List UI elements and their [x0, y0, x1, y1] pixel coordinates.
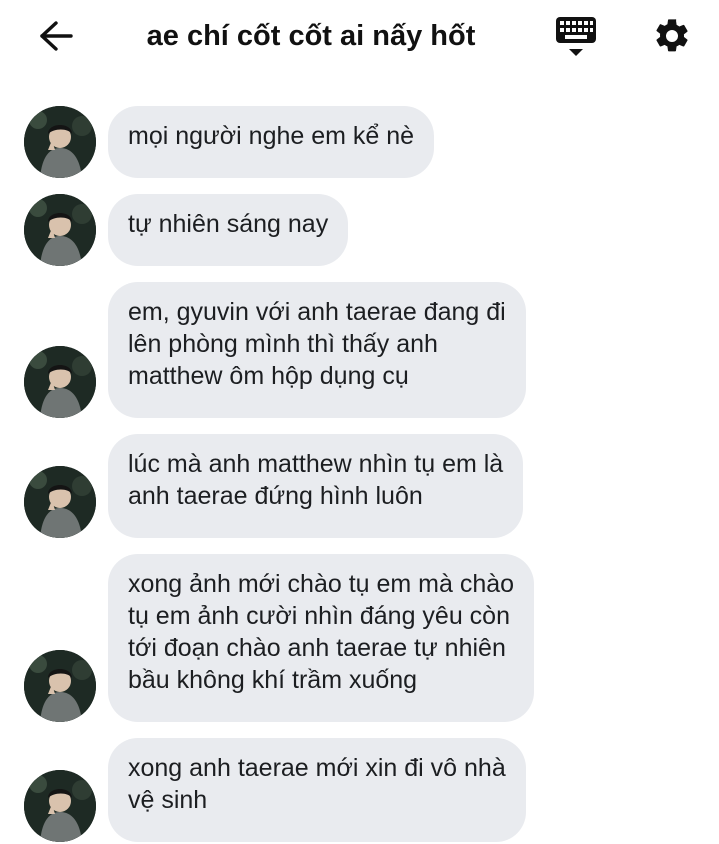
message-bubble[interactable]: tự nhiên sáng nay	[108, 194, 349, 266]
message-bubble[interactable]: lúc mà anh matthew nhìn tụ em là anh tae…	[108, 434, 524, 538]
avatar[interactable]	[24, 466, 96, 538]
settings-button[interactable]	[648, 12, 696, 60]
avatar[interactable]	[24, 106, 96, 178]
message-bubble[interactable]: mọi người nghe em kể nè	[108, 106, 435, 178]
keyboard-icon	[556, 17, 596, 56]
keyboard-button[interactable]	[552, 12, 600, 60]
arrow-left-icon	[40, 21, 73, 51]
message-list[interactable]: mọi người nghe em kể nè tự nhiên sáng na…	[0, 72, 719, 844]
avatar[interactable]	[24, 194, 96, 266]
avatar[interactable]	[24, 650, 96, 722]
avatar[interactable]	[24, 346, 96, 418]
message-bubble[interactable]: em, gyuvin với anh taerae đang đi lên ph…	[108, 282, 526, 418]
chat-header: ae chí cốt cốt ai nấy hốt	[0, 0, 719, 72]
avatar[interactable]	[24, 770, 96, 842]
gear-icon	[656, 19, 688, 52]
message-bubble[interactable]: xong ảnh mới chào tụ em mà chào tụ em ản…	[108, 554, 535, 722]
conversation-title: ae chí cốt cốt ai nấy hốt	[146, 20, 476, 52]
back-button[interactable]	[34, 16, 78, 56]
message-bubble[interactable]: xong anh taerae mới xin đi vô nhà vệ sin…	[108, 738, 526, 842]
